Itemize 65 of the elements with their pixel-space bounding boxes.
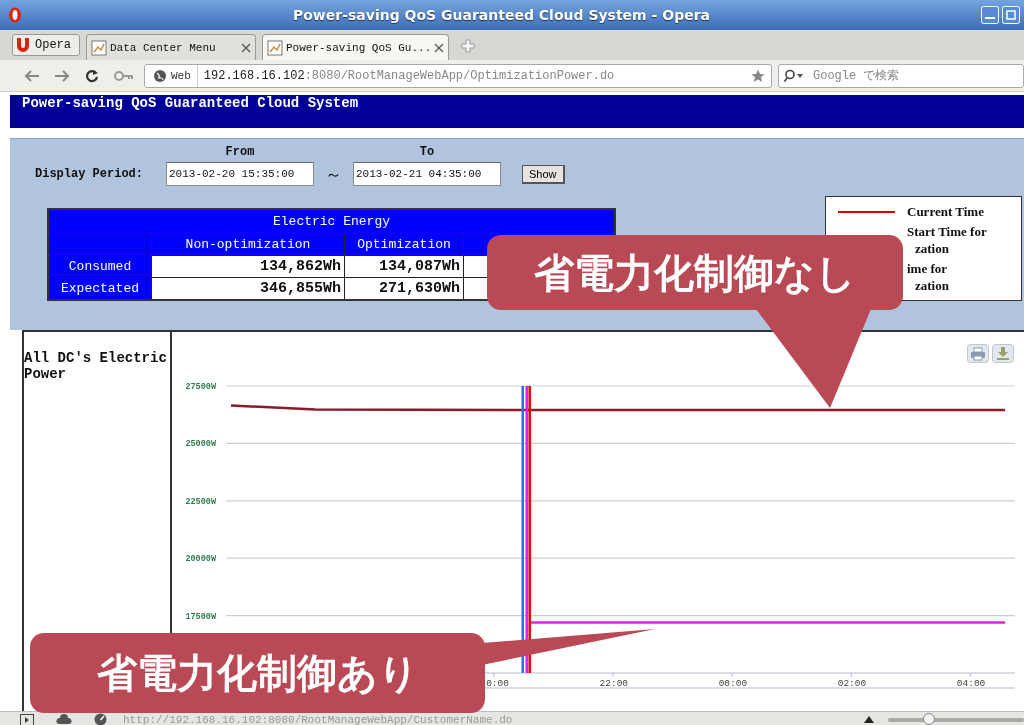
- table-cell: 134,862Wh: [151, 255, 345, 278]
- range-separator: ～: [324, 164, 343, 186]
- maximize-icon[interactable]: [1002, 6, 1020, 24]
- panel-toggle-icon[interactable]: [20, 713, 34, 725]
- page-title: Power-saving QoS Guaranteed Cloud System: [22, 95, 359, 111]
- table-title: Electric Energy: [48, 209, 615, 234]
- axis-tick-label: 22500W: [185, 496, 216, 507]
- print-icon[interactable]: [967, 344, 989, 363]
- gauge-icon[interactable]: [94, 713, 107, 725]
- page-icon: [267, 39, 283, 56]
- browser-tab[interactable]: Data Center Menu: [86, 34, 256, 60]
- axis-tick-label: 0:00: [486, 678, 509, 689]
- status-url: http://192.168.16.102:8080/RootManageWebApp/CustomerName.do: [123, 713, 513, 725]
- search-field[interactable]: Google で検索: [778, 63, 1024, 88]
- legend-text: zation: [914, 240, 950, 257]
- close-icon[interactable]: [241, 42, 251, 53]
- opera-logo-icon: [8, 7, 22, 23]
- legend-text: zation: [914, 277, 950, 294]
- minimize-icon[interactable]: [981, 6, 999, 24]
- address-field[interactable]: Web 192.168.16.102:8080/RootManageWebApp/OptimizationPower.do: [144, 63, 772, 88]
- axis-tick-label: 04:00: [956, 678, 986, 689]
- globe-icon: [153, 68, 167, 83]
- axis-tick-label: 25000W: [185, 439, 216, 450]
- page-icon: [91, 39, 107, 56]
- date-time-field[interactable]: 2013-02-20 15:35:00: [166, 162, 314, 186]
- opera-logo-icon: [15, 37, 31, 53]
- search-icon[interactable]: [784, 68, 804, 83]
- table-cell: 346,855Wh: [151, 277, 345, 300]
- date-time-field[interactable]: 2013-02-21 04:35:00: [353, 162, 501, 186]
- cloud-icon[interactable]: [56, 714, 72, 725]
- opera-menu-button[interactable]: Opera: [12, 34, 80, 56]
- download-icon[interactable]: [992, 344, 1014, 363]
- zoom-slider-thumb[interactable]: [922, 712, 935, 725]
- axis-tick-label: 02:00: [837, 678, 867, 689]
- legend-text: Current Time: [907, 203, 985, 220]
- axis-tick-label: 17500W: [185, 611, 216, 622]
- show-button[interactable]: Show: [522, 164, 565, 184]
- url-text: 192.168.16.102:8080/RootManageWebApp/OptimizationPower.do: [202, 68, 616, 83]
- axis-tick-label: 27500W: [185, 382, 216, 392]
- star-icon[interactable]: [751, 68, 765, 83]
- legend-text: ime for: [907, 260, 949, 277]
- up-triangle-icon[interactable]: [864, 716, 874, 723]
- site-label: Web: [171, 69, 191, 82]
- key-icon[interactable]: [114, 69, 134, 82]
- reload-icon[interactable]: [84, 67, 100, 84]
- callout-text: 省電力化制御なし: [534, 250, 856, 295]
- close-icon[interactable]: [434, 42, 445, 53]
- table-cell: 271,630Wh: [344, 277, 464, 300]
- callout-text: 省電力化制御あり: [96, 651, 419, 695]
- row-header: Expectated: [48, 277, 152, 300]
- back-arrow-icon[interactable]: [24, 68, 40, 83]
- chart-title: All DC's Electric Power: [24, 350, 167, 382]
- axis-tick-label: 00:00: [718, 678, 748, 689]
- field-label: Display Period:: [35, 167, 145, 181]
- axis-tick-label: 22:00: [599, 678, 629, 689]
- column-label: To: [418, 145, 436, 159]
- row-header: Consumed: [48, 255, 152, 278]
- column-header: Non-optimization: [151, 233, 345, 256]
- new-tab-icon[interactable]: [461, 39, 476, 53]
- browser-tab[interactable]: Power-saving QoS Gu...: [262, 34, 450, 60]
- column-label: From: [224, 145, 256, 159]
- axis-tick-label: 20000W: [185, 554, 216, 565]
- window-title: Power-saving QoS Guaranteed Cloud System - Opera: [291, 7, 712, 23]
- forward-arrow-icon[interactable]: [54, 68, 70, 83]
- legend-text: Start Time for: [907, 223, 988, 240]
